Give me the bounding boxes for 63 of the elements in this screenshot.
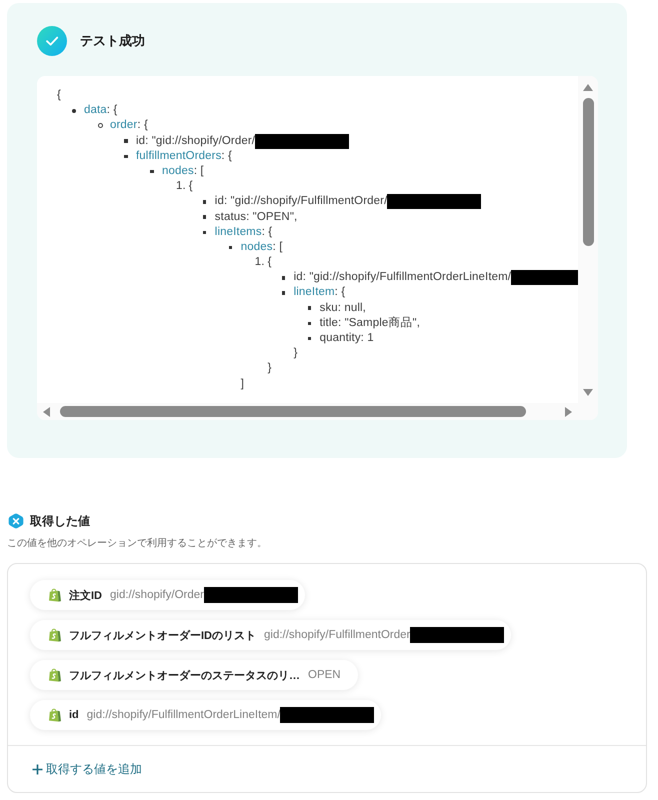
shopping-bag-icon	[49, 628, 61, 642]
code-line: fulfillmentOrders: {	[136, 148, 232, 164]
triangle-up-icon[interactable]	[583, 84, 593, 91]
chip-label: フルフィルメントオーダーのステータスのリ…	[69, 668, 300, 682]
check-circle-icon	[37, 26, 67, 56]
code-line: lineItems: {	[214, 224, 272, 240]
code-line: id: "gid://shopify/FulfillmentOrder/	[214, 194, 388, 210]
bullet-icon	[202, 230, 206, 234]
chip-value: gid://shopify/Order	[110, 589, 204, 601]
triangle-left-icon[interactable]	[43, 406, 50, 416]
hexagon-x-icon	[8, 513, 24, 529]
list-number: 1.	[254, 255, 266, 270]
add-value-button[interactable]: 取得する値を追加	[32, 760, 142, 778]
scrollbar-thumb[interactable]	[60, 406, 526, 417]
bullet-icon	[228, 246, 232, 250]
shopping-bag-icon	[49, 588, 61, 602]
code-line: data: {	[84, 103, 118, 118]
code-line: nodes: [	[240, 240, 283, 255]
code-line: quantity: 1	[320, 331, 374, 346]
chip-label: 注文ID	[69, 588, 102, 602]
code-line: status: "OPEN",	[214, 210, 298, 224]
code-line: }	[294, 346, 298, 362]
code-line: id: "gid://shopify/FulfillmentOrderLineItem/	[294, 270, 512, 286]
code-line: {	[268, 255, 272, 270]
chip-value: OPEN	[308, 669, 341, 681]
shopping-bag-icon	[49, 708, 61, 722]
vertical-scrollbar[interactable]	[578, 76, 598, 420]
chip-value: gid://shopify/FulfillmentOrderLineItem/	[86, 709, 280, 721]
bullet-icon	[308, 322, 312, 326]
bullet-icon	[202, 215, 206, 219]
chip-label: id	[69, 709, 79, 721]
triangle-down-icon[interactable]	[583, 389, 593, 396]
scrollbar-thumb[interactable]	[582, 98, 594, 246]
bullet-icon	[72, 108, 76, 113]
code-line: lineItem: {	[294, 285, 346, 300]
bullet-icon	[308, 336, 312, 340]
bullet-icon	[98, 123, 103, 128]
code-line: nodes: [	[162, 164, 204, 179]
code-line: title: "Sample商品",	[320, 316, 420, 331]
bullet-icon	[202, 200, 206, 204]
code-line: order: {	[110, 118, 148, 134]
chip-value: gid://shopify/FulfillmentOrder	[264, 629, 410, 641]
shopping-bag-icon	[49, 668, 61, 682]
code-line: }	[268, 361, 272, 376]
section-title: 取得した値	[30, 513, 90, 530]
bullet-icon	[308, 306, 312, 310]
triangle-right-icon[interactable]	[565, 406, 572, 416]
bullet-icon	[282, 276, 286, 280]
panel-title: テスト成功	[80, 32, 145, 50]
plus-icon	[32, 764, 43, 774]
code-line: id: "gid://shopify/Order/	[136, 134, 256, 149]
code-line: sku: null,	[320, 300, 366, 316]
code-line: {	[57, 88, 61, 103]
bullet-icon	[124, 154, 128, 158]
code-line: {	[188, 179, 193, 194]
horizontal-scrollbar[interactable]	[37, 403, 578, 420]
list-number: 1.	[176, 179, 187, 194]
section-description: この値を他のオペレーションで利用することができます。	[7, 537, 268, 551]
chip-label: フルフィルメントオーダーIDのリスト	[69, 628, 256, 642]
bullet-icon	[150, 170, 154, 174]
code-line: ]	[240, 376, 244, 392]
bullet-icon	[282, 291, 286, 295]
bullet-icon	[124, 139, 128, 143]
